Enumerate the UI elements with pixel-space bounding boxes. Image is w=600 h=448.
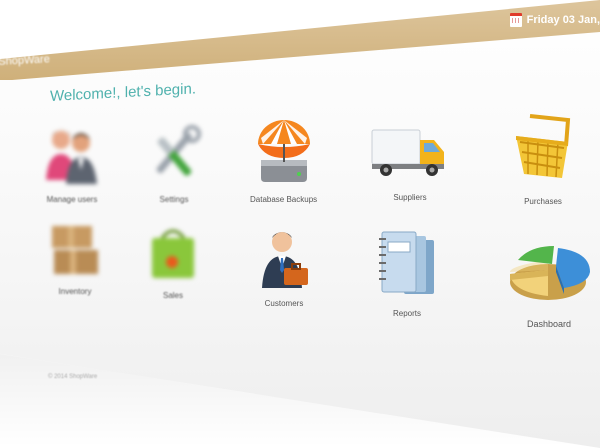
tile-sales[interactable]: Sales [146,224,200,300]
notebooks-icon [374,230,440,305]
shopping-basket-icon [510,112,576,193]
tile-label: Reports [392,309,421,318]
database-backup-icon [253,118,315,191]
tile-database-backups[interactable]: Database Backups [250,118,317,204]
footer-copyright: © 2014 ShopWare [48,374,98,380]
tile-label: Database Backups [250,195,318,204]
tile-purchases[interactable]: Purchases [510,112,576,206]
tile-reports[interactable]: Reports [374,230,440,318]
tile-customers[interactable]: Customers [256,228,312,308]
tools-icon [146,124,202,191]
shopping-bag-icon [146,224,200,287]
tile-label: Customers [264,299,304,308]
users-icon [44,124,100,191]
calendar-icon [509,13,522,27]
tile-label: Settings [159,195,189,204]
tile-label: Inventory [58,287,92,296]
businessman-icon [256,228,312,295]
tile-label: Manage users [46,195,98,204]
tile-suppliers[interactable]: Suppliers [370,122,450,202]
tile-inventory[interactable]: Inventory [48,222,102,296]
tile-label: Suppliers [393,193,427,202]
tile-settings[interactable]: Settings [146,124,202,204]
tile-manage-users[interactable]: Manage users [44,124,100,204]
tile-dashboard[interactable]: Dashboard [504,242,594,329]
date-display: Friday 03 Jan, [509,10,600,30]
boxes-icon [48,222,102,283]
tile-label: Dashboard [526,319,572,329]
date-text: Friday 03 Jan, [526,14,600,26]
delivery-truck-icon [370,122,450,189]
tile-label: Purchases [524,197,562,206]
tile-label: Sales [162,291,183,300]
pie-chart-icon [504,242,594,315]
